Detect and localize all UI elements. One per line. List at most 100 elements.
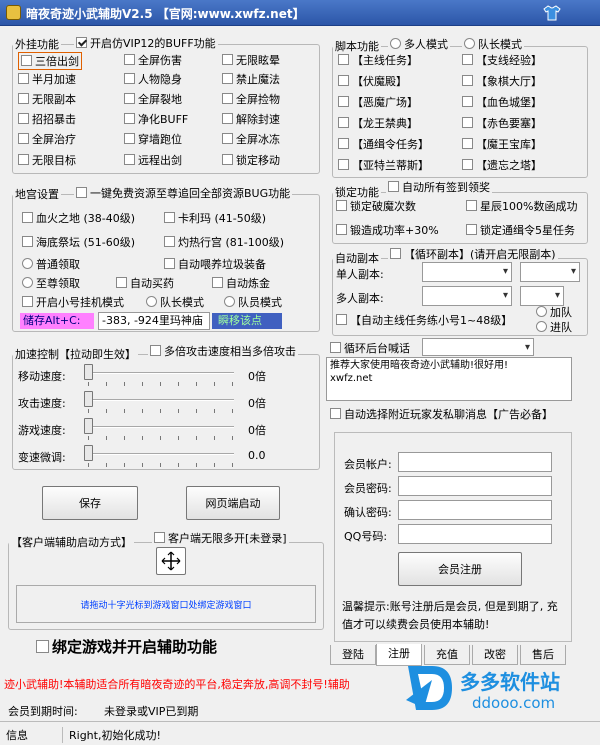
checkbox-box[interactable] [222, 113, 233, 124]
web-start-button[interactable]: 网页端启动 [186, 486, 280, 520]
checkbox-box[interactable] [76, 37, 87, 48]
tab-0[interactable]: 登陆 [330, 645, 376, 665]
plugin-item-16[interactable]: 远程出剑 [124, 152, 182, 168]
multi-attack-checkbox[interactable]: 多倍攻击速度相当多倍攻击 [148, 343, 298, 359]
script-item-5[interactable]: 【血色城堡】 [462, 94, 542, 110]
checkbox-box[interactable] [462, 138, 473, 149]
loop-dungeon-checkbox[interactable]: 【循环副本】(请开启无限副本) [388, 246, 558, 262]
checkbox-box[interactable] [462, 96, 473, 107]
auto-reply-checkbox[interactable]: 自动选择附近玩家发私聊消息【广告必备】 [330, 406, 553, 422]
auto-feed-checkbox[interactable]: 自动喂养垃圾装备 [164, 256, 266, 272]
checkbox-box[interactable] [18, 133, 29, 144]
script-item-4[interactable]: 【恶魔广场】 [338, 94, 418, 110]
save-button[interactable]: 保存 [42, 486, 138, 520]
checkbox-box[interactable] [18, 154, 29, 165]
member-mode-radio[interactable]: 队员模式 [224, 294, 282, 310]
shout-channel-select[interactable] [422, 338, 534, 356]
speed-slider-track[interactable] [84, 399, 234, 401]
checkbox-box[interactable] [21, 55, 32, 66]
lock-item-3[interactable]: 锁定通缉令5星任务 [466, 222, 575, 238]
plugin-item-7[interactable]: 全屏裂地 [124, 91, 182, 107]
confirm-field[interactable] [398, 500, 552, 520]
plugin-item-17[interactable]: 锁定移动 [222, 152, 280, 168]
leader-mode-radio[interactable]: 队长模式 [146, 294, 204, 310]
plugin-item-9[interactable]: 招招暴击 [18, 111, 76, 127]
checkbox-box[interactable] [222, 73, 233, 84]
script-item-3[interactable]: 【象棋大厅】 [462, 73, 542, 89]
auto-refine-checkbox[interactable]: 自动炼金 [212, 275, 270, 291]
coord-field[interactable]: -383, -924里玛神庙 [98, 312, 210, 330]
plugin-item-4[interactable]: 人物隐身 [124, 71, 182, 87]
speed-slider-thumb[interactable] [84, 418, 93, 434]
checkbox-box[interactable] [338, 54, 349, 65]
pass-field[interactable] [398, 476, 552, 496]
hangup-checkbox[interactable]: 开启小号挂机模式 [22, 294, 124, 310]
dungeon-checkbox-1[interactable]: 卡利玛 (41-50级) [164, 210, 266, 226]
loop-shout-checkbox[interactable]: 循环后台喊话 [330, 340, 410, 356]
script-item-0[interactable]: 【主线任务】 [338, 52, 418, 68]
plugin-item-1[interactable]: 全屏伤害 [124, 52, 182, 68]
user-field[interactable] [398, 452, 552, 472]
script-item-11[interactable]: 【遗忘之塔】 [462, 157, 542, 173]
checkbox-box[interactable] [124, 73, 135, 84]
multi-mode-radio[interactable]: 多人模式 [388, 36, 450, 52]
join-team-radio[interactable]: 加队 [536, 304, 572, 320]
lock-item-0[interactable]: 锁定破魔次数 [336, 198, 416, 214]
checkbox-box[interactable] [222, 93, 233, 104]
plugin-item-14[interactable]: 全屏冰冻 [222, 131, 280, 147]
multi-dungeon-select-2[interactable] [520, 286, 564, 306]
auto-buy-checkbox[interactable]: 自动买药 [116, 275, 174, 291]
tshirt-icon[interactable] [543, 5, 561, 21]
multi-open-checkbox[interactable]: 客户端无限多开[未登录] [152, 530, 289, 546]
checkbox-box[interactable] [18, 73, 29, 84]
shout-message-textarea[interactable]: 推荐大家使用暗夜奇迹小武辅助!很好用! xwfz.net [326, 357, 572, 401]
script-item-7[interactable]: 【赤色要塞】 [462, 115, 542, 131]
lock-item-1[interactable]: 星辰100%数函成功 [466, 198, 577, 214]
qq-field[interactable] [398, 524, 552, 544]
plugin-item-12[interactable]: 全屏治疗 [18, 131, 76, 147]
checkbox-box[interactable] [462, 159, 473, 170]
plugin-item-6[interactable]: 无限副本 [18, 91, 76, 107]
checkbox-box[interactable] [124, 93, 135, 104]
checkbox-box[interactable] [338, 138, 349, 149]
script-item-1[interactable]: 【支线经验】 [462, 52, 542, 68]
speed-slider-thumb[interactable] [84, 445, 93, 461]
checkbox-box[interactable] [222, 54, 233, 65]
script-item-2[interactable]: 【伏魔殿】 [338, 73, 407, 89]
speed-slider-thumb[interactable] [84, 364, 93, 380]
checkbox-box[interactable] [338, 117, 349, 128]
checkbox-box[interactable] [76, 187, 87, 198]
plugin-item-8[interactable]: 全屏捡物 [222, 91, 280, 107]
checkbox-box[interactable] [124, 54, 135, 65]
checkbox-box[interactable] [462, 54, 473, 65]
supreme-claim-radio[interactable]: 至尊领取 [22, 275, 80, 291]
checkbox-box[interactable] [18, 93, 29, 104]
script-item-8[interactable]: 【通缉令任务】 [338, 136, 429, 152]
plugin-item-5[interactable]: 禁止魔法 [222, 71, 280, 87]
speed-slider-track[interactable] [84, 453, 234, 455]
lock-item-2[interactable]: 锻造成功率+30% [336, 222, 439, 238]
checkbox-box[interactable] [124, 133, 135, 144]
dungeon-checkbox-2[interactable]: 海底祭坛 (51-60级) [22, 234, 135, 250]
checkbox-box[interactable] [124, 113, 135, 124]
script-leader-radio[interactable]: 队长模式 [462, 36, 524, 52]
vip-buff-checkbox[interactable]: 开启仿VIP12的BUFF功能 [74, 35, 218, 51]
teleport-button[interactable]: 瞬移该点 [212, 313, 282, 329]
plugin-item-15[interactable]: 无限目标 [18, 152, 76, 168]
plugin-item-2[interactable]: 无限眩晕 [222, 52, 280, 68]
speed-slider-thumb[interactable] [84, 391, 93, 407]
plugin-item-13[interactable]: 穿墙跑位 [124, 131, 182, 147]
script-item-6[interactable]: 【龙王禁典】 [338, 115, 418, 131]
plugin-item-3[interactable]: 半月加速 [18, 71, 76, 87]
checkbox-box[interactable] [338, 159, 349, 170]
single-dungeon-select-2[interactable] [520, 262, 580, 282]
dungeon-checkbox-0[interactable]: 血火之地 (38-40级) [22, 210, 135, 226]
bug-checkbox[interactable]: 一键免费资源至尊追回全部资源BUG功能 [74, 185, 293, 201]
multi-dungeon-select[interactable] [422, 286, 512, 306]
plugin-item-11[interactable]: 解除封速 [222, 111, 280, 127]
register-button[interactable]: 会员注册 [398, 552, 522, 586]
speed-slider-track[interactable] [84, 372, 234, 374]
checkbox-box[interactable] [338, 96, 349, 107]
dungeon-checkbox-3[interactable]: 灼热行宫 (81-100级) [164, 234, 284, 250]
plugin-item-10[interactable]: 净化BUFF [124, 111, 188, 127]
